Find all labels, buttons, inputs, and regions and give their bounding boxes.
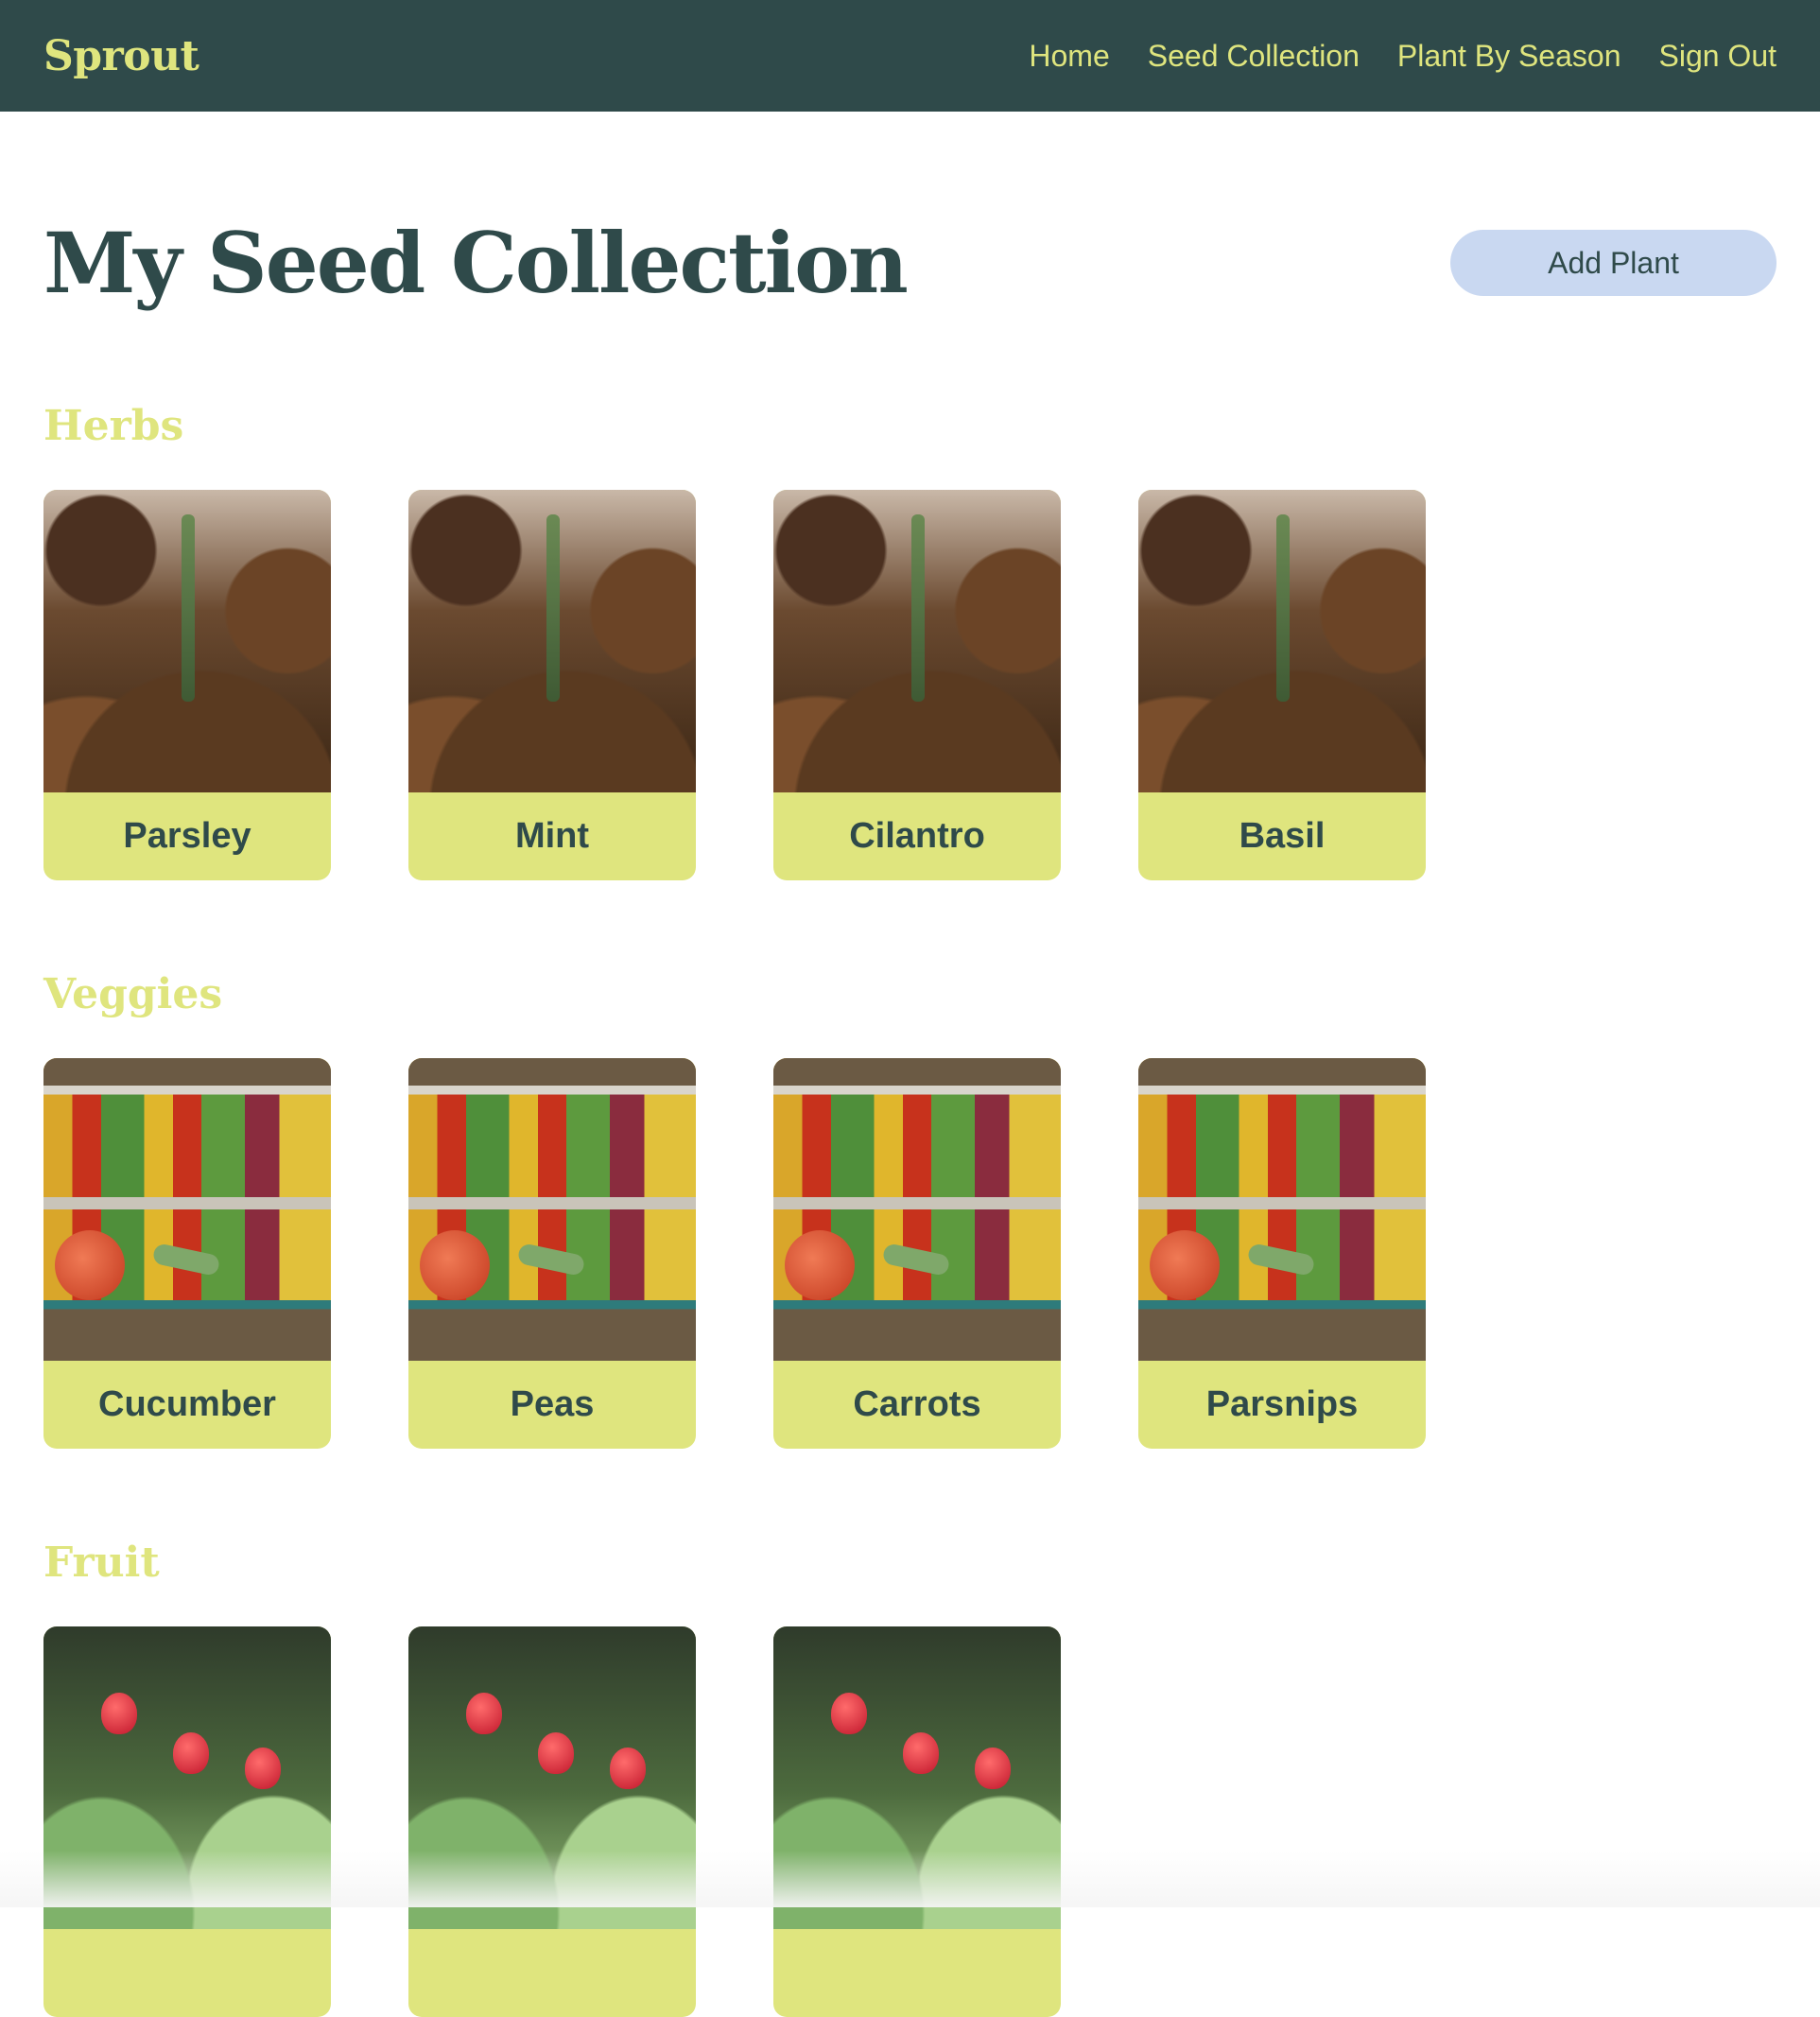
section-fruit: Fruit [0,1539,1820,2017]
plant-card-peas[interactable]: Peas [408,1058,696,1449]
herb-seedlings-image [773,490,1061,792]
plant-card-fruit[interactable] [408,1626,696,2017]
section-title-herbs: Herbs [43,402,1820,450]
plant-card-label: Carrots [773,1361,1061,1449]
brand-logo[interactable]: Sprout [43,32,199,80]
herb-seedlings-image [43,490,331,792]
strawberries-image [408,1626,696,1929]
plant-card-label: Parsley [43,792,331,880]
plant-card-fruit[interactable] [773,1626,1061,2017]
fruit-grid [43,1626,1820,2017]
strawberries-image [773,1626,1061,1929]
plant-card-label: Cucumber [43,1361,331,1449]
top-nav-bar: Sprout Home Seed Collection Plant By Sea… [0,0,1820,112]
vegetables-image [43,1058,331,1361]
section-title-fruit: Fruit [43,1539,1820,1587]
plant-card-label: Cilantro [773,792,1061,880]
main-nav: Home Seed Collection Plant By Season Sig… [1029,39,1777,74]
vegetables-image [408,1058,696,1361]
nav-home-link[interactable]: Home [1029,39,1109,74]
herb-seedlings-image [1138,490,1426,792]
plant-card-carrots[interactable]: Carrots [773,1058,1061,1449]
plant-card-label [773,1929,1061,2017]
plant-card-label: Mint [408,792,696,880]
nav-seed-collection-link[interactable]: Seed Collection [1148,39,1360,74]
page-header: My Seed Collection Add Plant [0,214,1820,312]
page-title: My Seed Collection [43,214,907,312]
vegetables-image [773,1058,1061,1361]
strawberries-image [43,1626,331,1929]
nav-plant-by-season-link[interactable]: Plant By Season [1397,39,1621,74]
add-plant-button[interactable]: Add Plant [1450,230,1777,296]
plant-card-label: Peas [408,1361,696,1449]
plant-card-label [408,1929,696,2017]
plant-card-label: Basil [1138,792,1426,880]
plant-card-cilantro[interactable]: Cilantro [773,490,1061,880]
nav-sign-out-link[interactable]: Sign Out [1658,39,1777,74]
plant-card-parsnips[interactable]: Parsnips [1138,1058,1426,1449]
section-herbs: Herbs Parsley Mint Cilantro Basil [0,402,1820,880]
plant-card-label: Parsnips [1138,1361,1426,1449]
plant-card-cucumber[interactable]: Cucumber [43,1058,331,1449]
plant-card-basil[interactable]: Basil [1138,490,1426,880]
plant-card-parsley[interactable]: Parsley [43,490,331,880]
section-title-veggies: Veggies [43,970,1820,1018]
herbs-grid: Parsley Mint Cilantro Basil [43,490,1820,880]
vegetables-image [1138,1058,1426,1361]
plant-card-fruit[interactable] [43,1626,331,2017]
herb-seedlings-image [408,490,696,792]
plant-card-label [43,1929,331,2017]
veggies-grid: Cucumber Peas Carrots Parsnips [43,1058,1820,1449]
section-veggies: Veggies Cucumber Peas Carrots Parsnips [0,970,1820,1449]
plant-card-mint[interactable]: Mint [408,490,696,880]
